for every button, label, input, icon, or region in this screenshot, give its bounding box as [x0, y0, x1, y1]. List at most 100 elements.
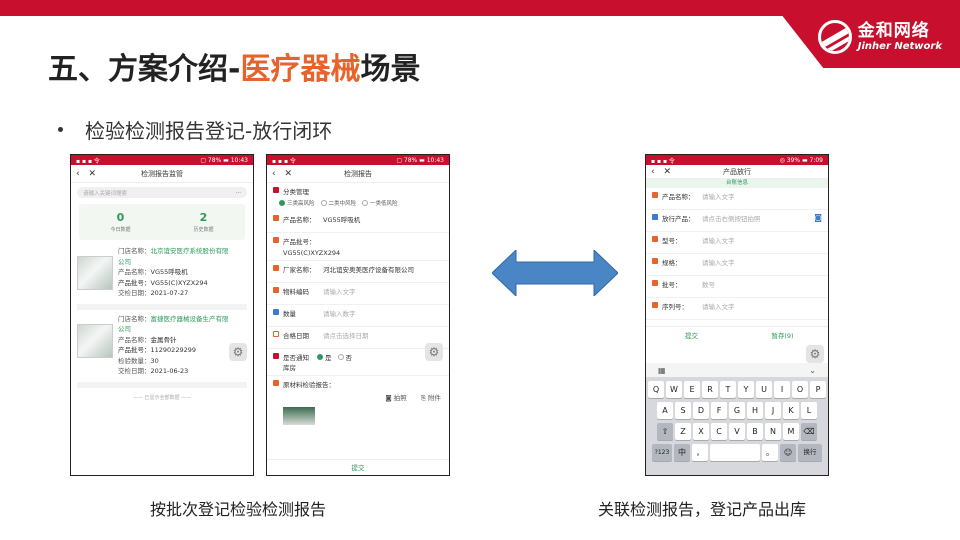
list-item[interactable]: 门店名称：富捷医疗器械设备生产有限 公司 产品名称：金属骨针 产品批号：1129…	[77, 314, 247, 388]
stat-today[interactable]: 0 今日数据	[110, 211, 130, 233]
radio-label: 否	[345, 354, 353, 362]
product-name: 金属骨针	[150, 335, 177, 344]
list-item[interactable]: 门店名称：北京谊安医疗系统股份有限 公司 产品名称：VG55呼吸机 产品批号：V…	[77, 246, 247, 310]
key-a[interactable]: A	[657, 402, 673, 419]
quantity-field[interactable]: 数量 请输入数字	[267, 305, 449, 327]
store-name: 北京谊安医疗系统股份有限	[150, 247, 229, 255]
double-arrow-icon	[492, 250, 618, 296]
key-h[interactable]: H	[747, 402, 763, 419]
calendar-icon	[273, 331, 279, 337]
model-field[interactable]: 型号： 请输入文字	[646, 232, 828, 254]
store-name: 富捷医疗器械设备生产有限	[150, 314, 229, 323]
attach-button[interactable]: ⎘ 附件	[421, 392, 441, 403]
phone-report-list: ▪ ▪ ▪ 令 ▢ 78% ▬ 10:43 ‹ ✕ 检测报告监管 请输入关键词搜…	[70, 154, 254, 476]
field-placeholder: 请输入文字	[702, 237, 735, 245]
gear-icon[interactable]: ⚙	[806, 345, 824, 363]
bullet-point: 检验检测报告登记-放行闭环	[58, 115, 332, 144]
material-code-field[interactable]: 物料编码 请输入文字	[267, 283, 449, 305]
nav-bar: ‹ ✕ 检测报告监管	[71, 165, 253, 183]
collapse-keyboard-icon[interactable]: ⌄	[809, 366, 816, 375]
search-placeholder: 请输入关键词搜索	[83, 190, 128, 197]
key-r[interactable]: R	[702, 381, 718, 398]
field-placeholder: 请输入文字	[702, 303, 735, 311]
key-c[interactable]: C	[711, 423, 727, 440]
field-key: 门店名称：	[118, 247, 151, 255]
back-close-icon[interactable]: ‹ ✕	[651, 167, 674, 177]
status-right: ▢ 78% ▬ 10:43	[396, 156, 444, 164]
stat-num: 0	[116, 211, 125, 224]
material-report-row: 原材料检验报告：	[267, 376, 449, 392]
field-icon	[273, 309, 279, 315]
field-value: VG55呼吸机	[323, 216, 361, 224]
key-x[interactable]: X	[693, 423, 709, 440]
key-d[interactable]: D	[693, 402, 709, 419]
key-enter[interactable]: 换行	[798, 444, 822, 461]
save-draft-button[interactable]: 暂存(9)	[737, 330, 828, 340]
back-close-icon[interactable]: ‹ ✕	[76, 169, 99, 179]
shift-icon[interactable]: ⇧	[657, 423, 673, 440]
key-w[interactable]: W	[666, 381, 682, 398]
key-numbers[interactable]: ?123	[652, 444, 672, 461]
field-placeholder: 请输入数字	[323, 310, 356, 318]
uploaded-report-thumbnail[interactable]	[283, 407, 315, 425]
field-icon	[652, 280, 658, 286]
title-accent: 医疗器械	[240, 52, 361, 87]
radio-notify-no[interactable]: 否	[337, 352, 353, 362]
key-m[interactable]: M	[783, 423, 799, 440]
grid-icon[interactable]: ▦	[658, 366, 666, 375]
submit-button[interactable]: 提交	[267, 459, 449, 475]
key-z[interactable]: Z	[675, 423, 691, 440]
gear-icon[interactable]: ⚙	[425, 343, 443, 361]
key-q[interactable]: Q	[648, 381, 664, 398]
emoji-icon[interactable]: ☺	[780, 444, 796, 461]
radio-notify-yes[interactable]: 是	[317, 352, 332, 362]
inspect-date: 2021-07-27	[150, 289, 189, 297]
release-product-field[interactable]: 放行产品： 请点击右侧按钮拍照 ◙	[646, 210, 828, 232]
key-k[interactable]: K	[783, 402, 799, 419]
submit-button[interactable]: 提交	[646, 330, 737, 340]
key-y[interactable]: Y	[738, 381, 754, 398]
stat-history[interactable]: 2 历史数据	[193, 211, 213, 233]
key-v[interactable]: V	[729, 423, 745, 440]
key-j[interactable]: J	[765, 402, 781, 419]
back-close-icon[interactable]: ‹ ✕	[272, 169, 295, 179]
key-comma[interactable]: ，	[692, 444, 708, 461]
search-input[interactable]: 请输入关键词搜索 ···	[77, 187, 247, 198]
more-icon[interactable]: ···	[236, 190, 241, 196]
backspace-icon[interactable]: ⌫	[801, 423, 817, 440]
key-p[interactable]: P	[810, 381, 826, 398]
radio-low-risk[interactable]: 一类低风险	[362, 199, 398, 207]
product-name-field[interactable]: 产品名称： 请输入文字	[646, 188, 828, 210]
product-name-field[interactable]: 产品名称： VG55呼吸机	[267, 211, 449, 233]
key-s[interactable]: S	[675, 402, 691, 419]
key-e[interactable]: E	[684, 381, 700, 398]
batch-number-field[interactable]: 产品批号： VG55(C)XYZX294	[267, 233, 449, 261]
key-u[interactable]: U	[756, 381, 772, 398]
spec-field[interactable]: 规格： 请输入文字	[646, 254, 828, 276]
radio-mid-risk[interactable]: 二类中风险	[320, 199, 356, 207]
key-f[interactable]: F	[711, 402, 727, 419]
gear-icon[interactable]: ⚙	[229, 343, 247, 361]
camera-icon[interactable]: ◙	[814, 213, 822, 222]
key-period[interactable]: 。	[762, 444, 778, 461]
key-t[interactable]: T	[720, 381, 736, 398]
manufacturer-field[interactable]: 厂家名称： 河北谊安奥美医疗设备有限公司	[267, 261, 449, 283]
key-space[interactable]	[710, 444, 760, 461]
stat-label: 今日数据	[110, 227, 131, 233]
key-b[interactable]: B	[747, 423, 763, 440]
key-g[interactable]: G	[729, 402, 745, 419]
batch-field[interactable]: 批号： 数号	[646, 276, 828, 298]
key-n[interactable]: N	[765, 423, 781, 440]
field-placeholder: 请点击选择日期	[323, 332, 369, 340]
photo-button[interactable]: ◙ 拍照	[385, 392, 406, 403]
key-l[interactable]: L	[801, 402, 817, 419]
key-lang[interactable]: 中	[674, 444, 690, 461]
field-label: 是否通知库房	[283, 354, 309, 372]
radio-high-risk[interactable]: 三类高风险	[279, 199, 315, 207]
qualified-date-field[interactable]: 合格日期 请点击选择日期	[267, 327, 449, 349]
key-i[interactable]: I	[774, 381, 790, 398]
serial-field[interactable]: 序列号： 请输入文字	[646, 298, 828, 320]
field-label: 产品名称：	[662, 193, 695, 201]
key-o[interactable]: O	[792, 381, 808, 398]
field-key: 产品名称：	[118, 335, 151, 344]
